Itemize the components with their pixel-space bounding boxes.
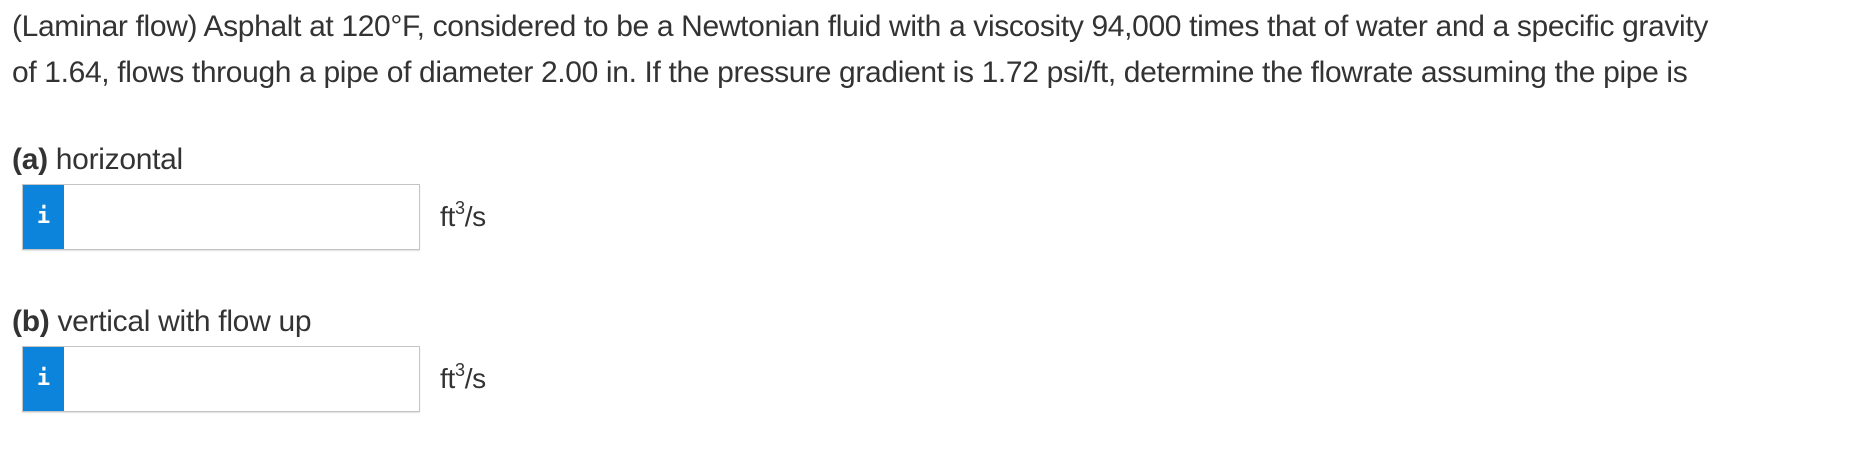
part-b-unit-base: ft [440,363,455,394]
problem-line-1: (Laminar flow) Asphalt at 120°F, conside… [12,10,1708,43]
part-a-unit: ft3/s [440,198,486,233]
problem-statement: (Laminar flow) Asphalt at 120°F, conside… [12,4,1842,96]
part-b-label: (b) vertical with flow up [12,302,312,342]
part-a-unit-base: ft [440,201,455,232]
part-a-label: (a) horizontal [12,140,183,180]
part-a-letter: (a) [12,143,48,176]
part-b-unit-suffix: /s [464,363,486,394]
info-icon: i [36,366,51,391]
part-b-info-button[interactable]: i [23,347,64,411]
part-b-text: vertical with flow up [49,305,312,338]
info-icon: i [36,204,51,229]
part-b-answer-input[interactable] [64,347,419,411]
part-a-answer-row: i ft3/s [22,184,486,250]
part-b-answer-box: i [22,346,420,412]
part-a-unit-suffix: /s [464,201,486,232]
problem-line-2: of 1.64, flows through a pipe of diamete… [12,56,1688,89]
part-b-letter: (b) [12,305,50,338]
part-a-text: horizontal [47,143,183,176]
part-a-answer-box: i [22,184,420,250]
part-b-unit-exponent: 3 [454,360,465,380]
part-a-info-button[interactable]: i [23,185,64,249]
part-b-unit: ft3/s [440,360,486,395]
part-a-unit-exponent: 3 [454,198,465,218]
part-a-answer-input[interactable] [64,185,419,249]
part-b-answer-row: i ft3/s [22,346,486,412]
